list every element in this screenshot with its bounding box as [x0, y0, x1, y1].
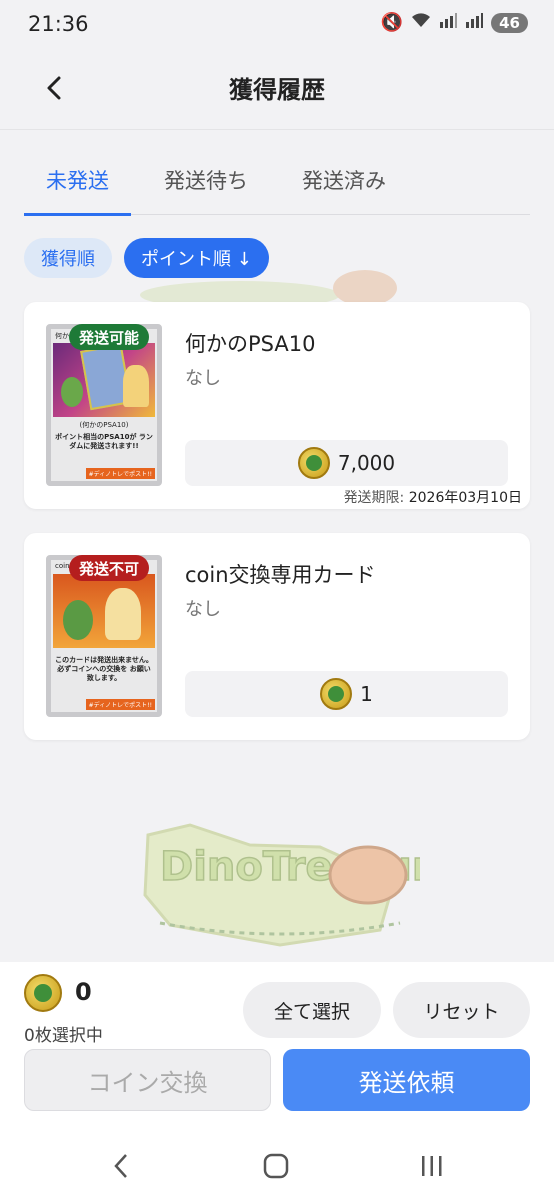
nav-home-icon — [263, 1153, 289, 1179]
thumb-title: coin — [55, 562, 70, 570]
item-name: 何かのPSA10 — [185, 332, 316, 356]
nav-back-button[interactable] — [101, 1150, 141, 1182]
thumb-caption: (何かのPSA10) ポイント相当のPSA10が ランダムに発送されます!! — [55, 421, 153, 451]
status-badge: 発送不可 — [69, 555, 150, 581]
thumb-caption-1: このカードは発送出来ません。 — [55, 656, 153, 664]
item-price: 7,000 — [337, 451, 396, 475]
wifi-icon — [411, 12, 431, 33]
thumb-art — [53, 343, 155, 417]
select-all-button[interactable]: 全て選択 — [243, 982, 381, 1038]
price-box: 1 — [185, 671, 508, 717]
sort-by-acquired-button[interactable]: 獲得順 — [24, 238, 112, 278]
mute-icon: 🔇 — [380, 12, 404, 33]
reset-button[interactable]: リセット — [393, 982, 530, 1038]
signal-icon-2 — [465, 12, 484, 33]
tab-shipped[interactable]: 発送済み — [280, 165, 408, 213]
item-card[interactable]: coin このカードは発送出来ません。 必ずコインへの交換を お願い致します。 … — [24, 533, 530, 740]
tab-unshipped[interactable]: 未発送 — [24, 165, 131, 216]
status-time: 21:36 — [28, 12, 89, 36]
nav-back-icon — [114, 1154, 127, 1178]
ship-request-button[interactable]: 発送依頼 — [283, 1049, 530, 1111]
thumb-caption-2: 必ずコインへの交換を お願い致します。 — [57, 665, 151, 683]
coin-balance: 0 — [75, 978, 92, 1006]
thumb-caption-1: (何かのPSA10) — [79, 421, 129, 429]
item-price: 1 — [360, 682, 373, 706]
tab-bar: 未発送 発送待ち 発送済み — [24, 155, 530, 216]
watermark-logo-bottom: DinoTreasure — [143, 823, 420, 947]
shipping-deadline: 発送期限: 2026年03月10日 — [344, 487, 522, 507]
item-subtitle: なし — [185, 368, 221, 389]
system-nav-bar — [0, 1132, 554, 1200]
thumb-footer: #ディノトレでポスト!! — [85, 468, 155, 479]
selected-count: 0枚選択中 — [24, 1026, 103, 1046]
thumb-caption-2: ポイント相当のPSA10が ランダムに発送されます!! — [55, 433, 153, 451]
nav-home-button[interactable] — [256, 1150, 296, 1182]
item-subtitle: なし — [185, 599, 221, 620]
coin-icon — [320, 678, 353, 710]
thumb-art — [53, 574, 155, 648]
battery-indicator: 46 — [491, 12, 528, 33]
thumb-caption: このカードは発送出来ません。 必ずコインへの交換を お願い致します。 — [55, 656, 153, 683]
app-header: 獲得履歴 — [0, 48, 554, 130]
page-title: 獲得履歴 — [229, 76, 325, 104]
item-name: coin交換専用カード — [185, 563, 376, 587]
thumb-footer: #ディノトレでポスト!! — [85, 699, 155, 710]
price-box: 7,000 — [185, 440, 508, 486]
coin-icon — [297, 447, 330, 479]
tab-awaiting-shipment[interactable]: 発送待ち — [142, 165, 270, 213]
item-card[interactable]: 何かのPSA10 (何かのPSA10) ポイント相当のPSA10が ランダムに発… — [24, 302, 530, 509]
status-badge: 発送可能 — [69, 324, 150, 350]
nav-recents-button[interactable] — [412, 1150, 452, 1182]
coin-exchange-button[interactable]: コイン交換 — [24, 1049, 271, 1111]
coin-icon — [24, 974, 62, 1012]
status-bar: 21:36 🔇 46 — [0, 0, 554, 48]
deadline-label: 発送期限: — [343, 490, 405, 506]
status-icons: 🔇 46 — [381, 12, 528, 33]
deadline-value: 2026年03月10日 — [408, 490, 522, 506]
signal-icon — [439, 12, 458, 33]
nav-recents-icon — [422, 1156, 442, 1176]
